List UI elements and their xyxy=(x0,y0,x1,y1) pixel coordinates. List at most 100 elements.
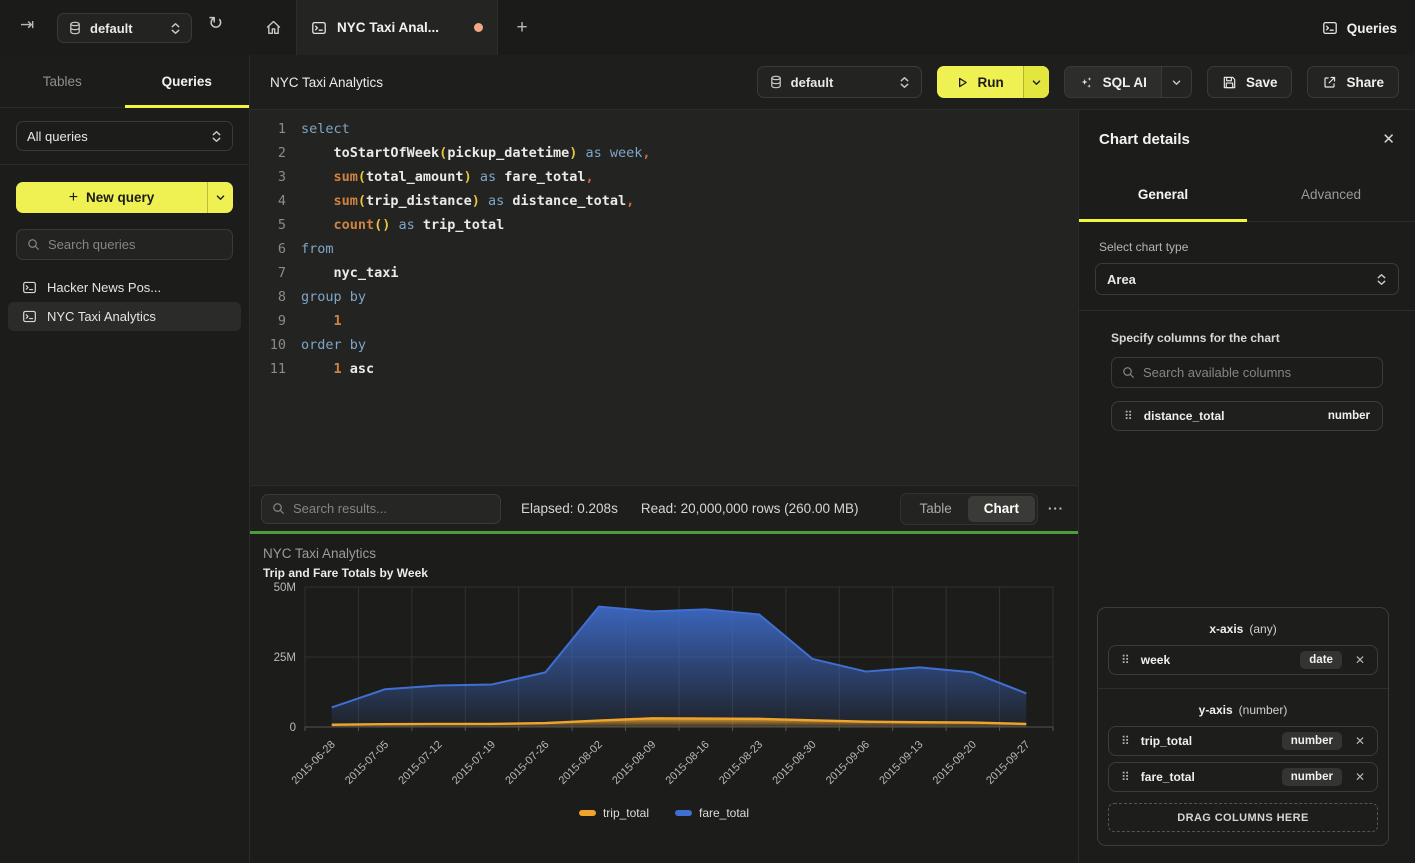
sidebar-search[interactable] xyxy=(16,229,233,260)
sql-ai-options-chevron[interactable] xyxy=(1161,67,1191,97)
tab-label: NYC Taxi Anal... xyxy=(337,20,439,35)
axes-config-box: x-axis(any) ⠿ week date ✕ y-axis(number)… xyxy=(1097,607,1389,846)
drag-columns-drop-zone[interactable]: DRAG COLUMNS HERE xyxy=(1108,803,1378,832)
drag-handle-icon[interactable]: ⠿ xyxy=(1124,410,1133,422)
drag-handle-icon[interactable]: ⠿ xyxy=(1121,654,1130,666)
database-select[interactable]: default xyxy=(757,66,922,98)
search-columns-input[interactable] xyxy=(1143,365,1372,380)
drag-handle-icon[interactable]: ⠿ xyxy=(1121,735,1130,747)
svg-text:2015-08-02: 2015-08-02 xyxy=(557,739,605,787)
editor-line[interactable]: 5count() as trip_total xyxy=(250,213,1078,237)
svg-text:2015-09-20: 2015-09-20 xyxy=(931,739,979,787)
divider xyxy=(0,164,249,165)
chart-type-label: Select chart type xyxy=(1099,240,1395,254)
y-axis-heading: y-axis(number) xyxy=(1108,698,1378,726)
legend-swatch xyxy=(579,810,596,816)
y-axis-column-trip-total[interactable]: ⠿ trip_total number ✕ xyxy=(1108,726,1378,756)
columns-search[interactable] xyxy=(1111,357,1383,388)
svg-text:50M: 50M xyxy=(274,582,296,594)
editor-line[interactable]: 2toStartOfWeek(pickup_datetime) as week, xyxy=(250,141,1078,165)
results-search[interactable] xyxy=(261,494,501,524)
plus-icon: + xyxy=(69,189,78,207)
columns-label: Specify columns for the chart xyxy=(1111,331,1415,345)
tab-advanced[interactable]: Advanced xyxy=(1247,168,1415,221)
close-icon[interactable]: ✕ xyxy=(1382,132,1395,147)
editor-line[interactable]: 1select xyxy=(250,117,1078,141)
x-axis-column-week[interactable]: ⠿ week date ✕ xyxy=(1108,645,1378,675)
search-queries-input[interactable] xyxy=(48,237,222,252)
column-type-badge: number xyxy=(1282,768,1342,786)
sidebar-tab-tables[interactable]: Tables xyxy=(0,55,125,107)
sql-console: ⇥ default ↻ xyxy=(0,0,1415,863)
play-icon xyxy=(956,76,969,89)
column-type: number xyxy=(1328,410,1370,422)
save-button[interactable]: Save xyxy=(1207,66,1293,98)
view-table-button[interactable]: Table xyxy=(903,496,967,522)
legend-item-fare_total[interactable]: fare_total xyxy=(675,806,749,820)
remove-column-icon[interactable]: ✕ xyxy=(1355,735,1365,747)
remove-column-icon[interactable]: ✕ xyxy=(1355,654,1365,666)
home-button[interactable] xyxy=(250,0,296,55)
refresh-icon[interactable]: ↻ xyxy=(208,15,223,33)
new-query-label: New query xyxy=(86,190,154,205)
area-chart: 025M50M2015-06-282015-07-052015-07-12201… xyxy=(250,579,1078,806)
new-query-button[interactable]: + New query xyxy=(16,182,233,213)
results-bar: Elapsed: 0.208s Read: 20,000,000 rows (2… xyxy=(250,485,1078,531)
database-icon xyxy=(769,75,783,89)
query-item-label: NYC Taxi Analytics xyxy=(47,309,156,324)
query-item-label: Hacker News Pos... xyxy=(47,280,161,295)
x-axis-section: x-axis(any) ⠿ week date ✕ xyxy=(1098,608,1388,688)
database-select-top[interactable]: default xyxy=(57,13,192,43)
share-button[interactable]: Share xyxy=(1307,66,1399,98)
sql-ai-label: SQL AI xyxy=(1103,75,1147,90)
query-title: NYC Taxi Analytics xyxy=(270,75,383,90)
divider xyxy=(1079,310,1415,311)
updown-chevron-icon xyxy=(1376,273,1387,286)
editor-line[interactable]: 10order by xyxy=(250,333,1078,357)
editor-line[interactable]: 7nyc_taxi xyxy=(250,261,1078,285)
updown-chevron-icon xyxy=(899,76,910,89)
svg-text:2015-06-28: 2015-06-28 xyxy=(290,739,338,787)
collapse-sidebar-icon[interactable]: ⇥ xyxy=(20,17,34,34)
tab-strip: NYC Taxi Anal... + xyxy=(250,0,546,55)
new-tab-button[interactable]: + xyxy=(498,0,546,55)
queries-button[interactable]: Queries xyxy=(1322,14,1397,42)
y-axis-column-fare-total[interactable]: ⠿ fare_total number ✕ xyxy=(1108,762,1378,792)
terminal-icon xyxy=(22,280,37,295)
chart-panel: NYC Taxi Analytics Trip and Fare Totals … xyxy=(250,534,1078,863)
updown-chevron-icon xyxy=(170,22,181,35)
chevron-down-icon xyxy=(215,192,226,203)
query-list-item-nyc-taxi[interactable]: NYC Taxi Analytics xyxy=(8,302,241,331)
query-filter-select[interactable]: All queries xyxy=(16,121,233,151)
tab-general[interactable]: General xyxy=(1079,168,1247,221)
editor-line[interactable]: 3sum(total_amount) as fare_total, xyxy=(250,165,1078,189)
editor-line[interactable]: 91 xyxy=(250,309,1078,333)
remove-column-icon[interactable]: ✕ xyxy=(1355,771,1365,783)
more-options-icon[interactable]: ··· xyxy=(1048,501,1064,516)
drag-handle-icon[interactable]: ⠿ xyxy=(1121,771,1130,783)
sidebar-tab-queries[interactable]: Queries xyxy=(125,55,250,107)
query-list-item-hacker-news[interactable]: Hacker News Pos... xyxy=(8,273,241,302)
sql-ai-button[interactable]: SQL AI xyxy=(1064,66,1192,98)
new-query-options-chevron[interactable] xyxy=(207,182,233,213)
sql-editor[interactable]: 1select2toStartOfWeek(pickup_datetime) a… xyxy=(250,110,1078,485)
unsaved-indicator-dot xyxy=(474,23,483,32)
editor-line[interactable]: 111 asc xyxy=(250,357,1078,381)
search-icon xyxy=(27,238,40,251)
available-column-distance-total[interactable]: ⠿ distance_total number xyxy=(1111,401,1383,431)
chart-type-value: Area xyxy=(1107,272,1136,287)
tab-nyc-taxi-analytics[interactable]: NYC Taxi Anal... xyxy=(296,0,498,55)
chart-type-select[interactable]: Area xyxy=(1095,263,1399,295)
editor-line[interactable]: 6from xyxy=(250,237,1078,261)
svg-text:2015-07-05: 2015-07-05 xyxy=(343,739,391,787)
search-results-input[interactable] xyxy=(293,501,490,516)
legend-item-trip_total[interactable]: trip_total xyxy=(579,806,649,820)
search-icon xyxy=(1122,366,1135,379)
elapsed-stat: Elapsed: 0.208s xyxy=(521,501,618,516)
editor-line[interactable]: 4sum(trip_distance) as distance_total, xyxy=(250,189,1078,213)
view-chart-button[interactable]: Chart xyxy=(968,496,1035,522)
run-button[interactable]: Run xyxy=(937,66,1049,98)
svg-text:2015-08-09: 2015-08-09 xyxy=(610,739,658,787)
editor-line[interactable]: 8group by xyxy=(250,285,1078,309)
run-options-chevron[interactable] xyxy=(1023,66,1049,98)
